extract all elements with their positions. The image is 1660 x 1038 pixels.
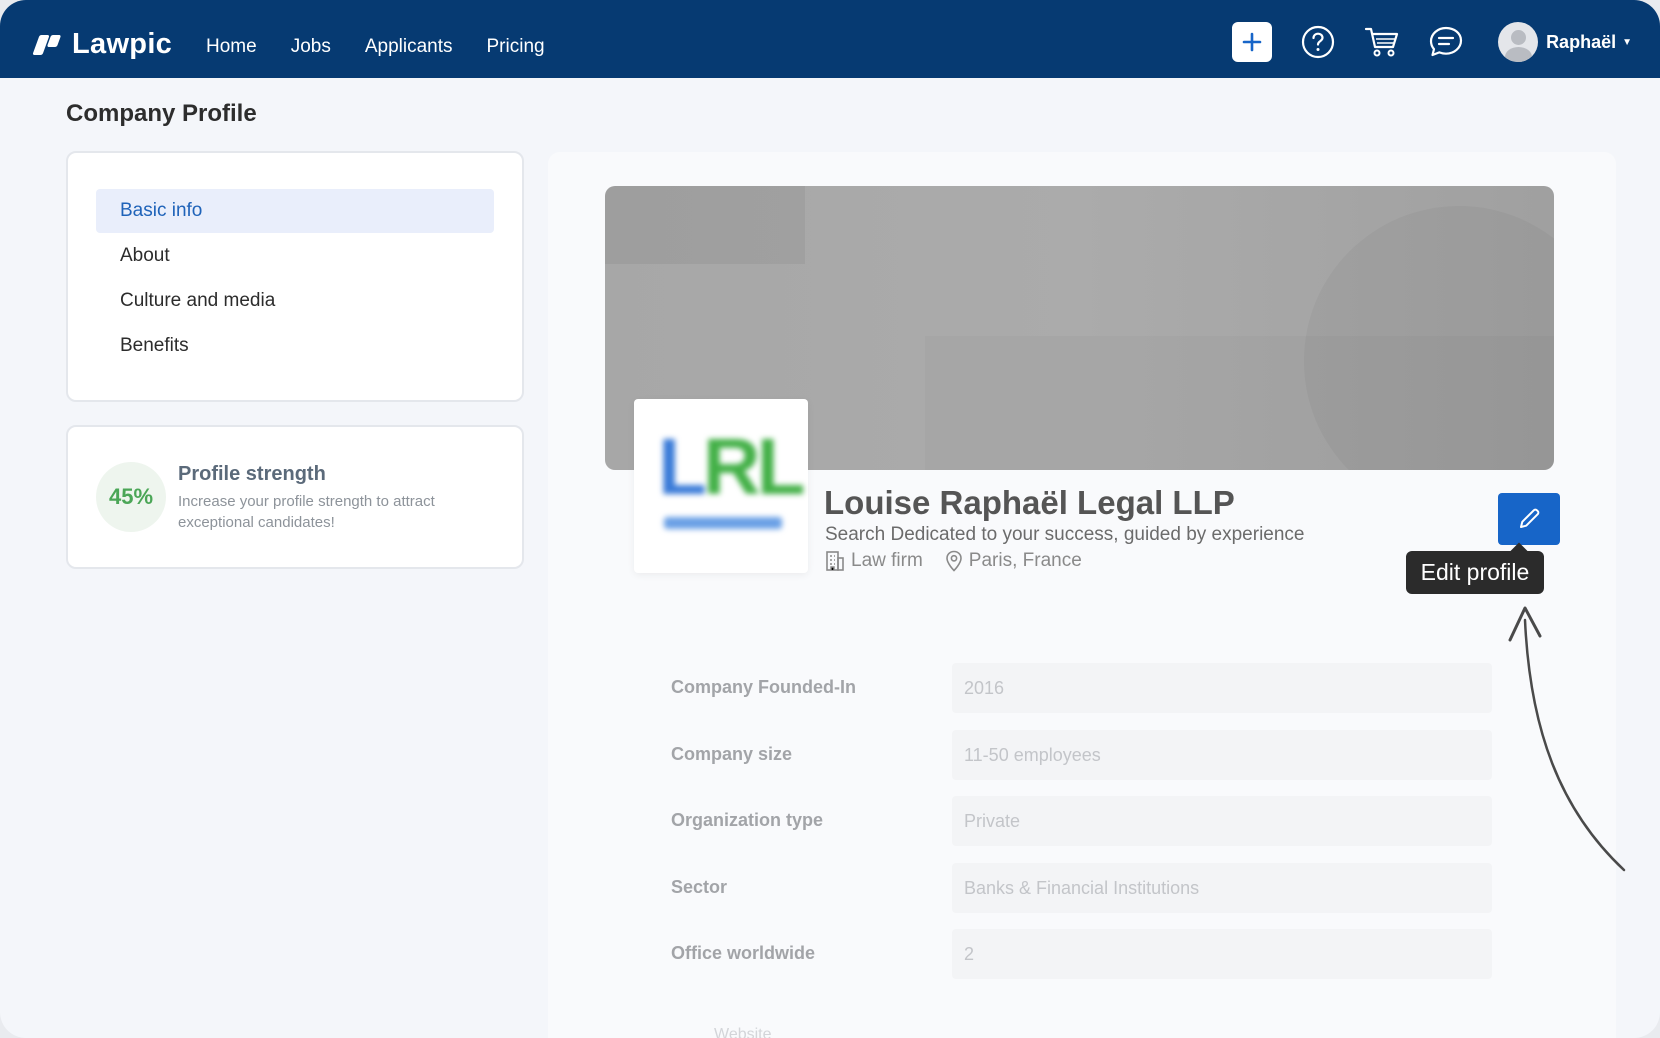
brand-logo[interactable]: Lawpic bbox=[32, 28, 172, 61]
company-type: Law firm bbox=[851, 550, 923, 571]
company-logo-text: LRL bbox=[658, 422, 806, 511]
strength-percent: 45% bbox=[96, 462, 166, 532]
add-button[interactable] bbox=[1232, 22, 1273, 62]
strength-title: Profile strength bbox=[178, 463, 326, 485]
location-pin-icon bbox=[945, 550, 962, 572]
nav-link-applicants[interactable]: Applicants bbox=[365, 36, 453, 58]
annotation-arrow bbox=[1508, 606, 1626, 872]
company-location: Paris, France bbox=[968, 550, 1082, 571]
field-label-founded-in: Company Founded-In bbox=[671, 677, 856, 697]
cart-icon bbox=[1364, 27, 1399, 57]
menu-item-about[interactable]: About bbox=[96, 234, 494, 278]
field-label-website: Website bbox=[714, 1026, 772, 1038]
field-value-organization-type: Private bbox=[952, 796, 1492, 846]
avatar bbox=[1498, 22, 1539, 62]
company-meta: Law firm Paris, France bbox=[825, 550, 1082, 572]
chevron-down-icon: ▼ bbox=[1622, 36, 1632, 48]
lawpic-logo-icon bbox=[32, 33, 64, 57]
user-menu[interactable]: Raphaël ▼ bbox=[1498, 22, 1632, 62]
edit-profile-tooltip: Edit profile bbox=[1406, 551, 1544, 594]
field-value-sector: Banks & Financial Institutions bbox=[952, 863, 1492, 913]
building-icon bbox=[826, 551, 844, 571]
field-label-organization-type: Organization type bbox=[671, 810, 824, 830]
nav-link-pricing[interactable]: Pricing bbox=[487, 36, 545, 58]
field-value-company-size: 11-50 employees bbox=[952, 730, 1492, 780]
nav-link-jobs[interactable]: Jobs bbox=[291, 36, 331, 58]
page-title: Company Profile bbox=[66, 100, 257, 127]
logo-text: Lawpic bbox=[72, 28, 173, 60]
app-window: Lawpic Home Jobs Applicants Pricing Raph bbox=[0, 0, 1660, 1038]
edit-profile-button[interactable] bbox=[1498, 493, 1560, 545]
company-tagline: Search Dedicated to your success, guided… bbox=[825, 524, 1305, 545]
nav-actions: Raphaël ▼ bbox=[1232, 22, 1632, 62]
help-icon bbox=[1301, 25, 1335, 59]
help-button[interactable] bbox=[1298, 22, 1338, 62]
company-name: Louise Raphaël Legal LLP bbox=[824, 484, 1235, 521]
field-label-office-worldwide: Office worldwide bbox=[671, 943, 816, 963]
chat-icon bbox=[1429, 26, 1463, 57]
profile-section-menu: Basic info About Culture and media Benef… bbox=[66, 151, 524, 402]
top-navbar: Lawpic Home Jobs Applicants Pricing Raph bbox=[0, 0, 1660, 78]
field-label-sector: Sector bbox=[671, 877, 728, 897]
menu-item-culture-and-media[interactable]: Culture and media bbox=[96, 279, 494, 323]
cart-button[interactable] bbox=[1362, 22, 1402, 62]
field-value-office-worldwide: 2 bbox=[952, 929, 1492, 979]
nav-link-home[interactable]: Home bbox=[206, 36, 257, 58]
menu-item-basic-info[interactable]: Basic info bbox=[96, 189, 494, 233]
nav-links: Home Jobs Applicants Pricing bbox=[206, 36, 545, 58]
menu-item-benefits[interactable]: Benefits bbox=[96, 324, 494, 368]
field-label-company-size: Company size bbox=[671, 744, 793, 764]
messages-button[interactable] bbox=[1426, 22, 1466, 62]
field-value-founded-in: 2016 bbox=[952, 663, 1492, 713]
company-logo: LRL bbox=[634, 399, 808, 573]
strength-description: Increase your profile strength to attrac… bbox=[178, 493, 435, 531]
user-name: Raphaël bbox=[1546, 31, 1617, 52]
plus-icon bbox=[1242, 32, 1262, 52]
profile-strength-card: 45% Profile strength Increase your profi… bbox=[66, 425, 524, 569]
pencil-icon bbox=[1520, 508, 1540, 528]
